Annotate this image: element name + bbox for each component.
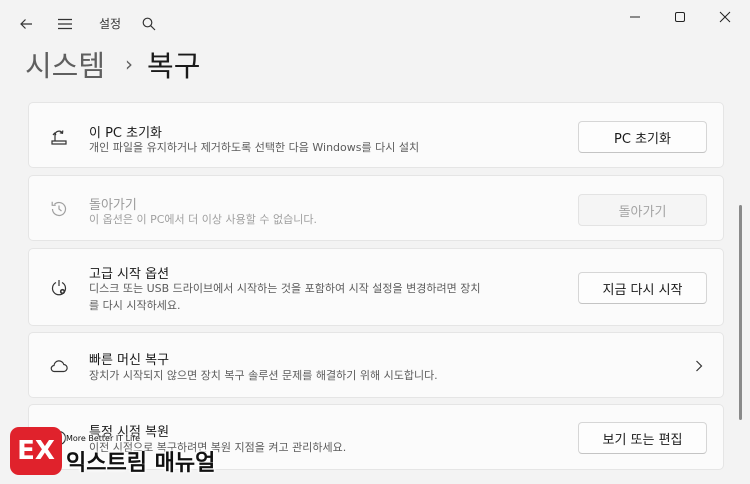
scrollbar-thumb[interactable] (739, 205, 742, 420)
quick-machine-recovery-title: 빠른 머신 복구 (89, 353, 170, 368)
reset-pc-description: 개인 파일을 유지하거나 제거하도록 선택한 다음 Windows를 다시 설치 (89, 141, 420, 154)
search-icon (142, 17, 156, 31)
watermark-subtitle: More Better IT Life (66, 434, 141, 443)
go-back-description: 이 옵션은 이 PC에서 더 이상 사용할 수 없습니다. (89, 213, 317, 226)
app-title: 설정 (99, 17, 122, 31)
advanced-startup-description-line1: 디스크 또는 USB 드라이브에서 시작하는 것을 포함하여 시작 설정을 변경… (89, 282, 481, 295)
minimize-icon (630, 16, 640, 18)
menu-button[interactable] (51, 10, 79, 38)
view-or-edit-button[interactable]: 보기 또는 편집 (578, 422, 707, 454)
chevron-right-icon (693, 359, 705, 373)
advanced-startup-icon (47, 276, 71, 300)
advanced-startup-card: 고급 시작 옵션 디스크 또는 USB 드라이브에서 시작하는 것을 포함하여 … (28, 248, 724, 326)
go-back-card: 돌아가기 이 옵션은 이 PC에서 더 이상 사용할 수 없습니다. 돌아가기 (28, 175, 724, 241)
watermark: EX More Better IT Life 익스트림 매뉴얼 (10, 425, 240, 477)
hamburger-icon (58, 18, 72, 30)
watermark-logo-text: EX (17, 436, 55, 466)
reset-pc-icon (47, 125, 71, 149)
breadcrumb: 시스템 › 복구 (25, 44, 200, 84)
page-title: 복구 (147, 49, 201, 83)
search-button[interactable] (135, 10, 163, 38)
cloud-icon (47, 354, 71, 378)
back-button[interactable] (12, 10, 40, 38)
reset-pc-card: 이 PC 초기화 개인 파일을 유지하거나 제거하도록 선택한 다음 Windo… (28, 102, 724, 168)
minimize-button[interactable] (612, 4, 658, 30)
breadcrumb-parent[interactable]: 시스템 (25, 43, 105, 85)
watermark-name: 익스트림 매뉴얼 (66, 451, 216, 476)
back-arrow-icon (20, 19, 32, 29)
maximize-button[interactable] (657, 4, 703, 30)
advanced-startup-description-line2: 를 다시 시작하세요. (89, 299, 181, 312)
history-icon (47, 197, 71, 221)
reset-pc-button[interactable]: PC 초기화 (578, 121, 707, 153)
close-icon (719, 11, 731, 23)
maximize-icon (675, 12, 685, 22)
restart-now-button[interactable]: 지금 다시 시작 (578, 272, 707, 304)
close-button[interactable] (702, 4, 748, 30)
watermark-logo: EX (10, 427, 62, 475)
go-back-button: 돌아가기 (578, 194, 707, 226)
title-bar: 설정 (0, 0, 750, 48)
breadcrumb-separator: › (125, 52, 134, 76)
quick-machine-recovery-description: 장치가 시작되지 않으면 장치 복구 솔루션 문제를 해결하기 위해 시도합니다… (89, 369, 438, 382)
quick-machine-recovery-card[interactable]: 빠른 머신 복구 장치가 시작되지 않으면 장치 복구 솔루션 문제를 해결하기… (28, 332, 724, 398)
